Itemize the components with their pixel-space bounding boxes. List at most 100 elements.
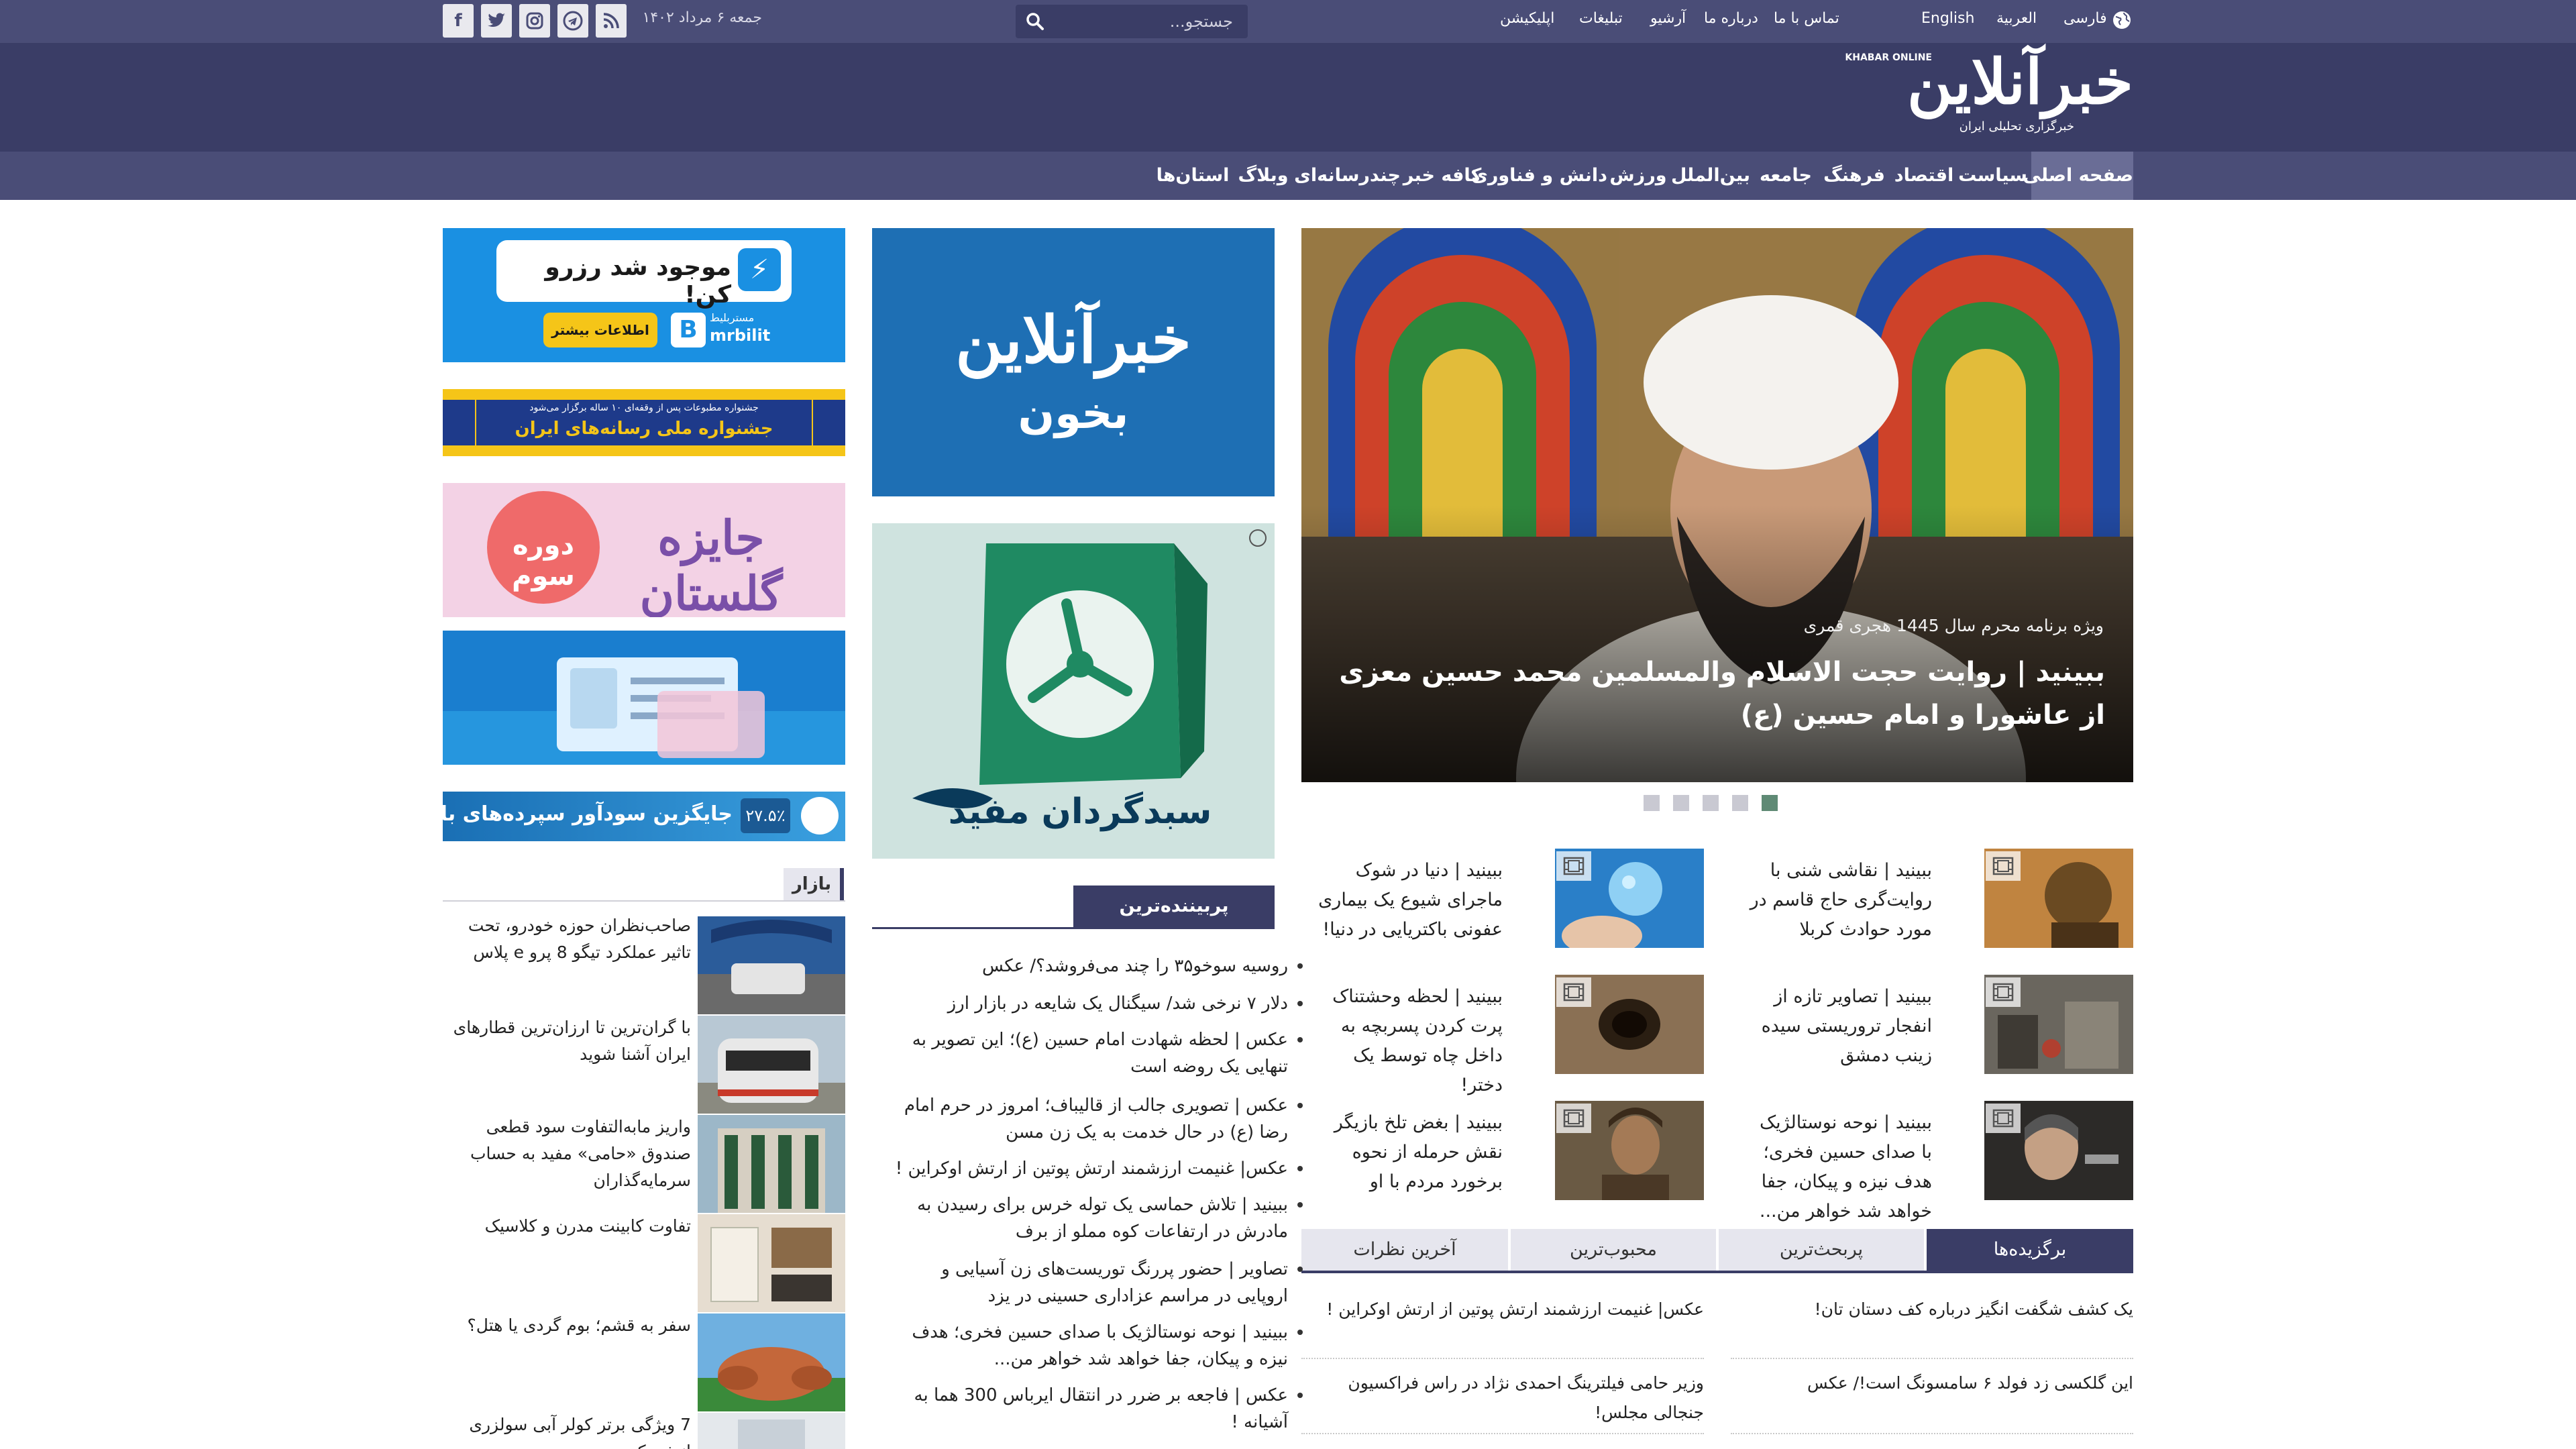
popular-item[interactable]: ببینید | تلاش حماسی یک توله خرس برای رسی… [892, 1191, 1303, 1245]
hero-slider[interactable]: ویژه برنامه محرم سال 1445 هجری قمری ببین… [1301, 228, 2133, 782]
logo-text: خبرآنلاین [1907, 46, 2133, 118]
nav-multimedia[interactable]: چندرسانه‌ای [1294, 152, 1401, 200]
ad-bank-deposit[interactable]: ۲۷.۵٪ جایگزین سودآور سپرده‌های بانکی [443, 792, 845, 841]
ad-mrbilit-brand-fa: مستربلیط [710, 311, 755, 324]
nav-society[interactable]: جامعه [1754, 152, 1818, 200]
toplink-contact[interactable]: تماس با ما [1774, 10, 1839, 27]
toplink-about[interactable]: درباره ما [1704, 10, 1758, 27]
toplink-app[interactable]: اپلیکیشن [1500, 10, 1554, 27]
bazaar-thumbnail[interactable] [698, 1313, 845, 1411]
ad-khabaronline-bekhun[interactable]: خبرآنلاین بخون [872, 228, 1275, 496]
ad-media-festival[interactable]: جشنواره مطبوعات پس از وقفه‌ای ۱۰ ساله بر… [443, 389, 845, 456]
nav-home[interactable]: صفحه اصلی [2023, 152, 2133, 200]
tab-selected[interactable]: برگزیده‌ها [1927, 1229, 2133, 1271]
popular-item-text[interactable]: روسیه سوخو۳۵ را چند می‌فروشد؟/ عکس [982, 956, 1288, 976]
popular-item-text[interactable]: عکس | تصویری جالب از قالیباف؛ امروز در ح… [904, 1095, 1288, 1142]
search-box[interactable] [1016, 5, 1248, 38]
popular-item[interactable]: ببینید | نوحه نوستالژیک با صدای حسین فخر… [892, 1319, 1303, 1373]
top-bar [0, 0, 2576, 43]
video-title[interactable]: ببینید | بغض تلخ بازیگر نقش حرمله از نحو… [1315, 1108, 1503, 1197]
ad-bank-card[interactable] [443, 631, 845, 765]
tab-underline [1301, 1271, 2133, 1273]
video-title[interactable]: ببینید | نقاشی شنی با روایت‌گری حاج قاسم… [1744, 856, 1932, 945]
slider-dot-2[interactable] [1732, 795, 1748, 811]
rss-icon[interactable] [596, 4, 627, 38]
ad-mrbilit-cta[interactable]: اطلاعات بیشتر [543, 313, 657, 347]
popular-item[interactable]: عکس | فاجعه بر ضرر در انتقال ایرباس 300 … [892, 1382, 1303, 1436]
nav-blog[interactable]: وبلاگ [1233, 152, 1293, 200]
instagram-icon[interactable] [519, 4, 550, 38]
nav-provinces[interactable]: استان‌ها [1154, 152, 1232, 200]
telegram-icon[interactable] [557, 4, 588, 38]
ad-bekhun-text: بخون [1018, 389, 1129, 439]
video-title[interactable]: ببینید | دنیا در شوک ماجرای شیوع یک بیما… [1315, 856, 1503, 945]
bazaar-thumbnail[interactable] [698, 1413, 845, 1449]
lang-english[interactable]: English [1921, 10, 1974, 27]
search-input[interactable] [1079, 10, 1233, 33]
popular-item[interactable]: روسیه سوخو۳۵ را چند می‌فروشد؟/ عکس [892, 953, 1303, 979]
video-icon [1556, 1104, 1591, 1133]
nav-culture[interactable]: فرهنگ [1819, 152, 1889, 200]
bazaar-title[interactable]: تفاوت کابینت مدرن و کلاسیک [449, 1213, 691, 1240]
nav-international[interactable]: بین‌الملل [1669, 152, 1752, 200]
toplink-archive[interactable]: آرشیو [1650, 10, 1686, 27]
popular-item-text[interactable]: ببینید | نوحه نوستالژیک با صدای حسین فخر… [912, 1322, 1288, 1369]
tab-latest-comments[interactable]: آخرین نظرات [1301, 1229, 1508, 1271]
bazaar-title[interactable]: صاحب‌نظران حوزه خودرو، تحت تاثیر عملکرد … [449, 912, 691, 966]
nav-science[interactable]: دانش و فناوری [1471, 152, 1607, 200]
popular-item[interactable]: عکس | تصویری جالب از قالیباف؛ امروز در ح… [892, 1092, 1303, 1146]
facebook-icon[interactable]: f [443, 4, 474, 38]
popular-item[interactable]: عکس| غنیمت ارزشمند ارتش پوتین از ارتش او… [892, 1155, 1303, 1182]
bazaar-thumbnail[interactable] [698, 916, 845, 1014]
tab-list-item[interactable]: یک کشف شگفت انگیز درباره کف دستان تان! [1731, 1295, 2133, 1324]
tab-list-item[interactable]: وزیر حامی فیلترینگ احمدی نژاد در راس فرا… [1301, 1368, 1704, 1428]
twitter-icon[interactable] [481, 4, 512, 38]
hero-title[interactable]: ببینید | روایت حجت الاسلام والمسلمین محم… [1334, 651, 2105, 737]
video-title[interactable]: ببینید | تصاویر تازه از انفجار تروریستی … [1744, 982, 1932, 1071]
slider-dot-5[interactable] [1644, 795, 1660, 811]
search-icon[interactable] [1025, 11, 1045, 32]
tab-list-item[interactable]: این گلکسی زد فولد ۶ سامسونگ است!/ عکس [1731, 1368, 2133, 1398]
site-logo[interactable]: KHABAR ONLINE خبرآنلاین خبرگزاری تحلیلی … [1838, 51, 2133, 140]
ad-sabadgardan-mofid[interactable]: سبدگردان مفید [872, 523, 1275, 859]
bullet-icon [1297, 1267, 1303, 1272]
hero-subtitle[interactable]: ویژه برنامه محرم سال 1445 هجری قمری [1804, 616, 2104, 635]
tab-most-discussed[interactable]: پربحث‌ترین [1719, 1229, 1924, 1271]
popular-item-text[interactable]: تصاویر | حضور پررنگ توریست‌های زن آسیایی… [941, 1259, 1288, 1306]
lang-farsi[interactable]: فارسی [2063, 10, 2107, 27]
popular-item[interactable]: عکس | لحظه شهادت امام حسین (ع)؛ این تصوی… [892, 1026, 1303, 1080]
nav-cafe[interactable]: کافه خبر [1402, 152, 1483, 200]
video-icon [1986, 977, 2021, 1007]
bazaar-title[interactable]: واریز مابه‌التفاوت سود قطعی صندوق «حامی»… [449, 1114, 691, 1194]
slider-dot-3[interactable] [1703, 795, 1719, 811]
popular-item-text[interactable]: ببینید | تلاش حماسی یک توله خرس برای رسی… [917, 1195, 1288, 1242]
popular-item[interactable]: دلار ۷ نرخی شد/ سیگنال یک شایعه در بازار… [892, 990, 1303, 1017]
bazaar-title[interactable]: با گران‌ترین تا ارزان‌ترین قطارهای ایران… [449, 1014, 691, 1068]
video-title[interactable]: ببینید | نوحه نوستالژیک با صدای حسین فخر… [1744, 1108, 1932, 1226]
popular-item[interactable]: تصاویر | حضور پررنگ توریست‌های زن آسیایی… [892, 1256, 1303, 1309]
slider-dot-4[interactable] [1673, 795, 1689, 811]
bazaar-title[interactable]: 7 ویژگی برتر کولر آبی سولزری انرژی که [449, 1411, 691, 1449]
bazaar-header: بازار [784, 868, 844, 900]
bazaar-thumbnail[interactable] [698, 1016, 845, 1114]
popular-item-text[interactable]: عکس| غنیمت ارزشمند ارتش پوتین از ارتش او… [896, 1159, 1288, 1179]
toplink-ads[interactable]: تبلیغات [1579, 10, 1623, 27]
nav-economy[interactable]: اقتصاد [1890, 152, 1957, 200]
bazaar-title[interactable]: سفر به قشم؛ بوم گردی یا هتل؟ [449, 1312, 691, 1339]
ad-mrbilit[interactable]: موجود شد رزرو کن! ⚡ اطلاعات بیشتر B مستر… [443, 228, 845, 362]
bazaar-thumbnail[interactable] [698, 1214, 845, 1312]
nav-sport[interactable]: ورزش [1609, 152, 1668, 200]
popular-item-text[interactable]: عکس | لحظه شهادت امام حسین (ع)؛ این تصوی… [912, 1030, 1288, 1077]
tab-most-popular[interactable]: محبوب‌ترین [1511, 1229, 1716, 1271]
ad-golestan-award[interactable]: جایزه گلستان دوره سوم [443, 483, 845, 617]
ad-festival-small: جشنواره مطبوعات پس از وقفه‌ای ۱۰ ساله بر… [529, 402, 759, 413]
video-title[interactable]: ببینید | لحظه وحشتناک پرت کردن پسربچه به… [1315, 982, 1503, 1100]
tab-list-item[interactable]: عکس| غنیمت ارزشمند ارتش پوتین از ارتش او… [1301, 1295, 1704, 1324]
popular-item-text[interactable]: عکس | فاجعه بر ضرر در انتقال ایرباس 300 … [914, 1385, 1288, 1432]
bazaar-thumbnail[interactable] [698, 1115, 845, 1213]
bullet-icon [1297, 1166, 1303, 1171]
slider-dot-1[interactable] [1762, 795, 1778, 811]
nav-politics[interactable]: سیاست [1958, 152, 2027, 200]
lang-arabic[interactable]: العربية [1996, 10, 2037, 27]
popular-item-text[interactable]: دلار ۷ نرخی شد/ سیگنال یک شایعه در بازار… [948, 994, 1288, 1014]
